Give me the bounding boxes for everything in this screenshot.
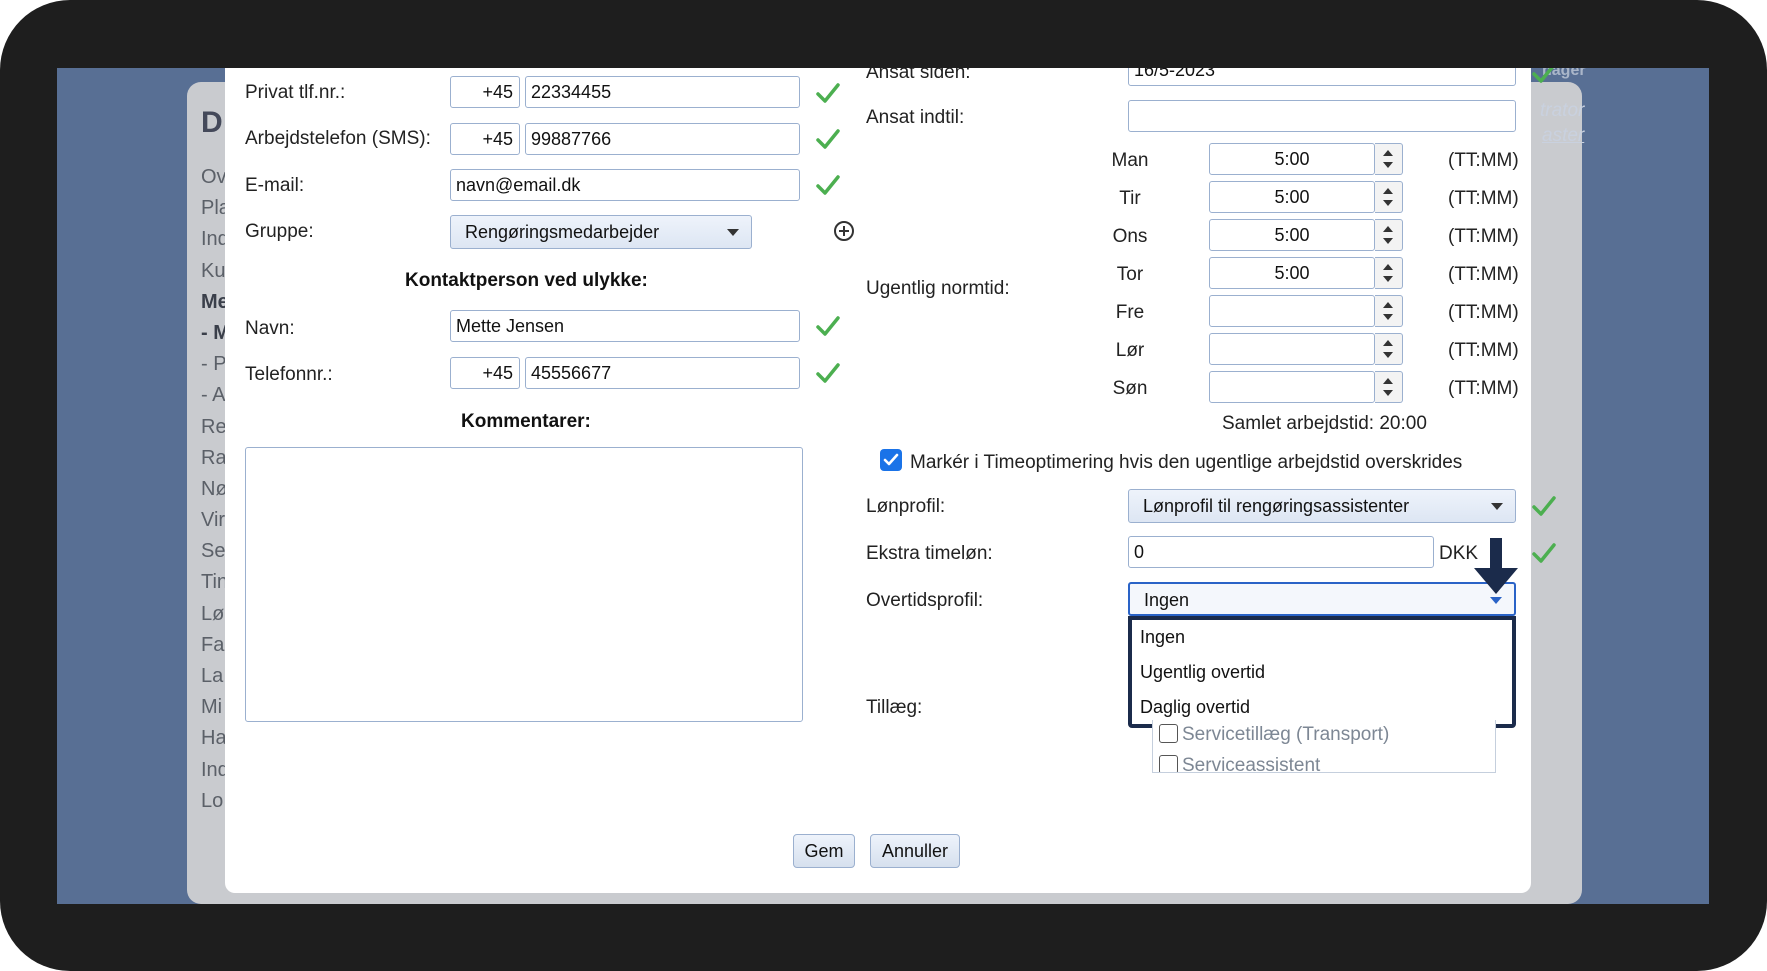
hours-input-man[interactable]: 5:00	[1209, 143, 1375, 175]
day-label-tor: Tor	[1116, 264, 1144, 285]
contact-heading: Kontaktperson ved ulykke:	[405, 270, 648, 291]
check-icon	[1532, 496, 1556, 516]
hours-stepper-son[interactable]	[1375, 371, 1403, 403]
hours-stepper-fre[interactable]	[1375, 295, 1403, 327]
work-phone-prefix-input[interactable]: +45	[450, 123, 520, 155]
unit-label: (TT:MM)	[1448, 226, 1519, 247]
day-label-son: Søn	[1112, 378, 1148, 399]
check-icon	[1532, 543, 1556, 563]
check-icon	[1532, 68, 1554, 83]
unit-label: (TT:MM)	[1448, 188, 1519, 209]
hours-stepper-lor[interactable]	[1375, 333, 1403, 365]
mark-overtime-checkbox[interactable]	[880, 449, 902, 471]
group-label: Gruppe:	[245, 221, 314, 242]
hours-input-son[interactable]	[1209, 371, 1375, 403]
checkbox[interactable]	[1159, 755, 1178, 772]
app-screen: D Ov Pla Ind Ku Me - M- P- A Re Ra Nø Vir Se Tin Lø F…	[57, 68, 1709, 904]
checkbox[interactable]	[1159, 724, 1178, 743]
hours-stepper-ons[interactable]	[1375, 219, 1403, 251]
supplements-list: Servicetillæg (Transport) Serviceassiste…	[1152, 720, 1496, 773]
extra-wage-label: Ekstra timeløn:	[866, 543, 993, 564]
supplement-label: Serviceassistent	[1182, 755, 1321, 773]
weekly-hours-label: Ugentlig normtid:	[866, 278, 1010, 299]
group-select[interactable]: Rengøringsmedarbejder	[450, 215, 752, 249]
check-icon	[816, 129, 840, 149]
add-group-icon[interactable]	[834, 221, 854, 241]
supplement-item[interactable]: Serviceassistent	[1153, 755, 1495, 773]
wage-profile-select[interactable]: Lønprofil til rengøringsassistenter	[1128, 489, 1516, 523]
overtime-profile-dropdown: Ingen Ugentlig overtid Daglig overtid	[1128, 616, 1516, 728]
private-phone-prefix-input[interactable]: +45	[450, 76, 520, 108]
hours-input-fre[interactable]	[1209, 295, 1375, 327]
comments-heading: Kommentarer:	[461, 411, 591, 432]
employed-until-input[interactable]	[1128, 100, 1516, 132]
private-phone-input[interactable]: 22334455	[525, 76, 800, 108]
contact-phone-prefix-input[interactable]: +45	[450, 357, 520, 389]
unit-label: (TT:MM)	[1448, 264, 1519, 285]
arrow-down-icon	[1474, 538, 1518, 594]
employee-dialog: Privat tlf.nr.: +45 22334455 Arbejdstele…	[225, 68, 1556, 893]
employed-since-label: Ansat siden:	[866, 68, 971, 83]
private-phone-label: Privat tlf.nr.:	[245, 82, 346, 103]
work-phone-input[interactable]: 99887766	[525, 123, 800, 155]
hours-input-tir[interactable]: 5:00	[1209, 181, 1375, 213]
supplements-label: Tillæg:	[866, 697, 923, 718]
employed-since-input[interactable]: 16/5-2023	[1128, 68, 1516, 86]
supplement-label: Servicetillæg (Transport)	[1182, 724, 1390, 745]
hours-stepper-tir[interactable]	[1375, 181, 1403, 213]
chevron-down-icon	[1491, 503, 1503, 510]
device-frame: D Ov Pla Ind Ku Me - M- P- A Re Ra Nø Vir Se Tin Lø F…	[0, 0, 1767, 971]
day-label-lor: Lør	[1115, 340, 1145, 361]
chevron-down-icon	[727, 229, 739, 236]
background-text-master: aster	[1542, 125, 1585, 146]
hours-stepper-tor[interactable]	[1375, 257, 1403, 289]
day-label-fre: Fre	[1115, 302, 1145, 323]
chevron-down-icon	[1490, 597, 1502, 604]
hours-input-lor[interactable]	[1209, 333, 1375, 365]
unit-label: (TT:MM)	[1448, 302, 1519, 323]
hours-input-ons[interactable]: 5:00	[1209, 219, 1375, 251]
check-icon	[816, 175, 840, 195]
contact-name-label: Navn:	[245, 318, 295, 339]
check-icon	[816, 316, 840, 336]
save-button[interactable]: Gem	[793, 834, 855, 868]
overtime-profile-select[interactable]: Ingen	[1128, 582, 1516, 616]
extra-wage-input[interactable]: 0	[1128, 536, 1434, 568]
dropdown-option-ugentlig-overtid[interactable]: Ugentlig overtid	[1132, 655, 1512, 690]
employed-until-label: Ansat indtil:	[866, 107, 965, 128]
unit-label: (TT:MM)	[1448, 340, 1519, 361]
check-icon	[816, 363, 840, 383]
email-input[interactable]: navn@email.dk	[450, 169, 800, 201]
overtime-profile-value: Ingen	[1144, 590, 1190, 610]
day-label-man: Man	[1111, 150, 1149, 171]
total-hours-text: Samlet arbejdstid: 20:00	[1222, 413, 1427, 434]
wage-profile-value: Lønprofil til rengøringsassistenter	[1143, 496, 1410, 516]
wage-profile-label: Lønprofil:	[866, 496, 946, 517]
hours-input-tor[interactable]: 5:00	[1209, 257, 1375, 289]
email-label: E-mail:	[245, 175, 305, 196]
overtime-profile-label: Overtidsprofil:	[866, 590, 984, 611]
comments-textarea[interactable]	[245, 447, 803, 722]
contact-phone-label: Telefonnr.:	[245, 364, 333, 385]
group-select-value: Rengøringsmedarbejder	[465, 222, 660, 242]
mark-overtime-label: Markér i Timeoptimering hvis den ugentli…	[910, 452, 1463, 473]
check-icon	[816, 83, 840, 103]
day-label-ons: Ons	[1112, 226, 1148, 247]
unit-label: (TT:MM)	[1448, 150, 1519, 171]
background-title: D	[201, 106, 223, 139]
work-phone-label: Arbejdstelefon (SMS):	[245, 128, 431, 149]
contact-phone-input[interactable]: 45556677	[525, 357, 800, 389]
hours-stepper-man[interactable]	[1375, 143, 1403, 175]
supplement-item[interactable]: Servicetillæg (Transport)	[1153, 720, 1495, 755]
background-text-administrator: trator	[1540, 100, 1585, 121]
day-label-tir: Tir	[1119, 188, 1141, 209]
unit-label: (TT:MM)	[1448, 378, 1519, 399]
contact-name-input[interactable]: Mette Jensen	[450, 310, 800, 342]
dropdown-option-ingen[interactable]: Ingen	[1132, 620, 1512, 655]
cancel-button[interactable]: Annuller	[870, 834, 960, 868]
